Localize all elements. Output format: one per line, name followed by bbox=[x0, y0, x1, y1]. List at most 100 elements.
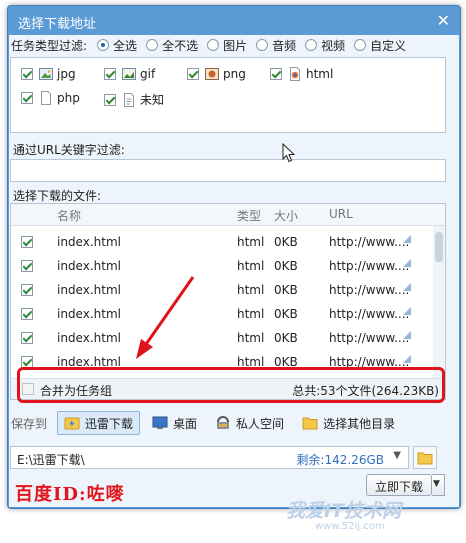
type-checkbox[interactable] bbox=[21, 92, 33, 104]
radio-dot bbox=[97, 39, 110, 51]
type-filter-row: 任务类型过滤: 全选 全不选 图片 音频 视频 自定义 bbox=[11, 35, 415, 55]
radio-label: 自定义 bbox=[370, 38, 407, 53]
save-path-field[interactable]: E:\迅雷下载\ 剩余:142.26GB ▼ bbox=[10, 446, 409, 469]
table-row[interactable]: index.html html 0KB http://www.... bbox=[11, 278, 432, 302]
title-bar: 选择下载地址 ✕ bbox=[8, 6, 460, 36]
table-row[interactable]: index.html html 0KB http://www.... bbox=[11, 230, 432, 254]
type-checkbox[interactable] bbox=[104, 93, 116, 106]
url-expand-icon[interactable] bbox=[403, 307, 411, 315]
type-php[interactable]: php bbox=[21, 91, 80, 105]
radio-dot bbox=[354, 39, 367, 51]
row-type: html bbox=[237, 259, 265, 273]
file-list-scrollbar[interactable] bbox=[433, 226, 445, 378]
row-checkbox[interactable] bbox=[21, 332, 33, 344]
radio-label: 全不选 bbox=[162, 38, 199, 53]
radio-label: 视频 bbox=[321, 38, 346, 53]
save-to-label: 保存到 bbox=[11, 416, 48, 431]
type-checkbox[interactable] bbox=[104, 68, 116, 80]
url-expand-icon[interactable] bbox=[403, 283, 411, 291]
url-filter-input[interactable] bbox=[10, 159, 446, 182]
radio-label: 图片 bbox=[223, 38, 248, 53]
path-dropdown-icon[interactable]: ▼ bbox=[393, 450, 401, 461]
radio-label: 音频 bbox=[272, 38, 297, 53]
save-path-text: E:\迅雷下载\ bbox=[17, 453, 85, 467]
type-label: 未知 bbox=[140, 93, 165, 107]
table-row[interactable]: index.html html 0KB http://www.... bbox=[11, 254, 432, 278]
png-file-icon bbox=[205, 68, 219, 80]
row-checkbox[interactable] bbox=[21, 284, 33, 296]
type-png[interactable]: png bbox=[187, 67, 246, 81]
row-name: index.html bbox=[57, 331, 121, 345]
location-thunder-button[interactable]: 迅雷下载 bbox=[57, 411, 141, 435]
row-checkbox[interactable] bbox=[21, 308, 33, 320]
location-desktop-button[interactable]: 桌面 bbox=[146, 411, 203, 435]
row-size: 0KB bbox=[274, 331, 298, 345]
annotation-highlight-box bbox=[17, 367, 445, 403]
location-private-space-button[interactable]: 私人空间 bbox=[209, 411, 290, 435]
type-checkbox[interactable] bbox=[21, 68, 33, 80]
row-name: index.html bbox=[57, 235, 121, 249]
url-expand-icon[interactable] bbox=[403, 331, 411, 339]
save-location-row: 保存到 迅雷下载 桌面 私人空间 选择其他目录 bbox=[11, 410, 407, 436]
radio-video[interactable]: 视频 bbox=[305, 37, 345, 54]
row-url: http://www.... bbox=[329, 331, 410, 345]
type-unknown[interactable]: 未知 bbox=[104, 91, 164, 108]
row-url: http://www.... bbox=[329, 235, 410, 249]
url-expand-icon[interactable] bbox=[403, 235, 411, 243]
radio-select-none[interactable]: 全不选 bbox=[146, 37, 198, 54]
url-expand-icon[interactable] bbox=[403, 355, 411, 363]
radio-images[interactable]: 图片 bbox=[207, 37, 247, 54]
location-other-directory-button[interactable]: 选择其他目录 bbox=[296, 411, 401, 435]
type-checkbox[interactable] bbox=[270, 68, 282, 80]
type-gif[interactable]: gif bbox=[104, 67, 155, 81]
file-list-header: 名称 类型 大小 URL bbox=[11, 204, 445, 226]
row-size: 0KB bbox=[274, 307, 298, 321]
row-type: html bbox=[237, 235, 265, 249]
file-type-list: jpg gif png html php 未知 bbox=[10, 57, 446, 133]
type-label: gif bbox=[140, 67, 156, 81]
gif-file-icon bbox=[122, 68, 136, 80]
row-name: index.html bbox=[57, 283, 121, 297]
type-jpg[interactable]: jpg bbox=[21, 67, 76, 81]
radio-audio[interactable]: 音频 bbox=[256, 37, 296, 54]
column-size[interactable]: 大小 bbox=[274, 207, 298, 224]
image-file-icon bbox=[39, 68, 53, 80]
column-type[interactable]: 类型 bbox=[237, 207, 261, 224]
url-expand-icon[interactable] bbox=[403, 259, 411, 267]
type-label: html bbox=[306, 67, 334, 81]
location-label: 桌面 bbox=[173, 416, 198, 431]
table-row[interactable]: index.html html 0KB http://www.... bbox=[11, 326, 432, 350]
download-now-button[interactable]: 立即下载 bbox=[366, 474, 432, 496]
mouse-cursor-icon bbox=[282, 143, 296, 163]
row-url: http://www.... bbox=[329, 307, 410, 321]
radio-label: 全选 bbox=[113, 38, 138, 53]
folder-icon bbox=[302, 417, 318, 430]
row-size: 0KB bbox=[274, 259, 298, 273]
type-label: png bbox=[223, 67, 246, 81]
row-checkbox[interactable] bbox=[21, 260, 33, 272]
type-checkbox[interactable] bbox=[187, 68, 199, 80]
radio-custom[interactable]: 自定义 bbox=[354, 37, 406, 54]
free-space-text: 剩余:142.26GB bbox=[296, 453, 384, 467]
type-html[interactable]: html bbox=[270, 67, 333, 81]
row-checkbox[interactable] bbox=[21, 236, 33, 248]
column-url[interactable]: URL bbox=[329, 207, 353, 221]
radio-dot bbox=[207, 39, 220, 51]
close-icon[interactable]: ✕ bbox=[437, 11, 450, 30]
radio-select-all[interactable]: 全选 bbox=[97, 37, 137, 54]
site-watermark: 我爱IT技术网 bbox=[286, 500, 402, 522]
private-space-icon bbox=[217, 416, 230, 429]
row-type: html bbox=[237, 283, 265, 297]
unknown-file-icon bbox=[124, 92, 134, 107]
desktop-icon bbox=[152, 416, 168, 429]
browse-folder-button[interactable] bbox=[413, 446, 437, 469]
baidu-id-watermark: 百度ID:咗嘜 bbox=[15, 484, 125, 505]
location-label: 选择其他目录 bbox=[323, 416, 396, 431]
scrollbar-thumb[interactable] bbox=[435, 232, 443, 262]
row-name: index.html bbox=[57, 259, 121, 273]
table-row[interactable]: index.html html 0KB http://www.... bbox=[11, 302, 432, 326]
thunder-folder-icon bbox=[64, 417, 80, 430]
column-name[interactable]: 名称 bbox=[57, 207, 81, 224]
download-dropdown-button[interactable]: ▼ bbox=[432, 474, 445, 496]
blank-file-icon bbox=[41, 91, 51, 105]
